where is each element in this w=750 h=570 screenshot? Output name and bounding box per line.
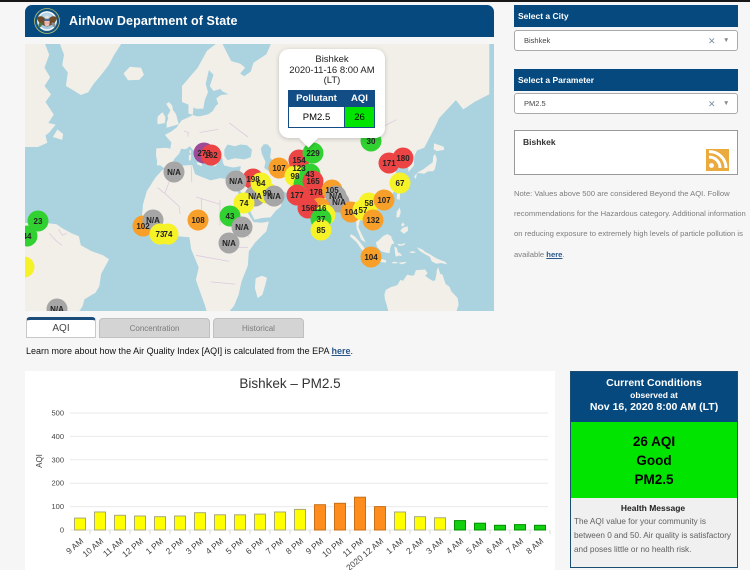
svg-text:107: 107	[377, 196, 391, 205]
svg-text:12 PM: 12 PM	[120, 536, 145, 559]
svg-text:N/A: N/A	[167, 168, 181, 177]
svg-text:N/A: N/A	[146, 216, 160, 225]
svg-text:100: 100	[51, 502, 64, 511]
svg-text:N/A: N/A	[248, 192, 262, 201]
svg-text:4 AM: 4 AM	[444, 536, 465, 556]
svg-text:98: 98	[291, 172, 300, 181]
svg-text:N/A: N/A	[267, 192, 281, 201]
svg-text:180: 180	[396, 154, 410, 163]
svg-text:2 PM: 2 PM	[164, 536, 186, 556]
svg-text:0: 0	[60, 526, 64, 535]
svg-text:1 PM: 1 PM	[144, 536, 166, 556]
svg-text:73: 73	[156, 230, 165, 239]
svg-text:44: 44	[25, 232, 32, 241]
svg-text:171: 171	[382, 159, 396, 168]
svg-text:74: 74	[164, 230, 173, 239]
svg-text:67: 67	[396, 179, 405, 188]
svg-text:178: 178	[309, 188, 323, 197]
svg-text:N/A: N/A	[235, 223, 249, 232]
svg-text:10 AM: 10 AM	[80, 536, 105, 559]
svg-text:23: 23	[34, 217, 43, 226]
svg-text:6 AM: 6 AM	[484, 536, 505, 556]
svg-text:154: 154	[292, 156, 306, 165]
svg-text:177: 177	[290, 191, 304, 200]
svg-text:3 AM: 3 AM	[424, 536, 445, 556]
svg-text:300: 300	[51, 455, 64, 464]
svg-text:N/A: N/A	[229, 177, 243, 186]
svg-text:156: 156	[301, 204, 315, 213]
svg-text:4 PM: 4 PM	[204, 536, 226, 556]
svg-text:400: 400	[51, 432, 64, 441]
svg-text:200: 200	[51, 479, 64, 488]
svg-text:37: 37	[317, 215, 326, 224]
svg-text:N/A: N/A	[332, 198, 346, 207]
svg-text:AQI: AQI	[35, 454, 44, 468]
svg-text:229: 229	[306, 149, 320, 158]
svg-text:500: 500	[51, 409, 64, 418]
svg-text:N/A: N/A	[222, 239, 236, 248]
svg-text:5 AM: 5 AM	[464, 536, 485, 556]
svg-text:104: 104	[364, 253, 378, 262]
svg-text:64: 64	[257, 179, 266, 188]
svg-text:57: 57	[359, 206, 368, 215]
svg-text:30: 30	[367, 137, 376, 146]
svg-text:8 AM: 8 AM	[524, 536, 545, 556]
svg-text:5 PM: 5 PM	[224, 536, 246, 556]
svg-text:107: 107	[272, 164, 286, 173]
svg-text:85: 85	[317, 226, 326, 235]
svg-text:43: 43	[226, 212, 235, 221]
svg-text:7 PM: 7 PM	[264, 536, 286, 556]
svg-text:162: 162	[204, 151, 218, 160]
svg-text:11 AM: 11 AM	[101, 536, 125, 559]
svg-text:74: 74	[240, 199, 249, 208]
svg-text:108: 108	[191, 216, 205, 225]
svg-text:6 PM: 6 PM	[244, 536, 266, 556]
svg-text:1 AM: 1 AM	[384, 536, 405, 556]
svg-text:2 AM: 2 AM	[404, 536, 425, 556]
svg-text:N/A: N/A	[50, 305, 64, 311]
svg-text:116: 116	[314, 204, 327, 213]
svg-text:165: 165	[306, 177, 320, 186]
svg-text:3 PM: 3 PM	[184, 536, 206, 556]
svg-text:104: 104	[344, 208, 358, 217]
svg-text:10 PM: 10 PM	[320, 536, 345, 559]
svg-text:132: 132	[366, 216, 380, 225]
svg-text:8 PM: 8 PM	[284, 536, 306, 556]
svg-text:7 AM: 7 AM	[504, 536, 525, 556]
